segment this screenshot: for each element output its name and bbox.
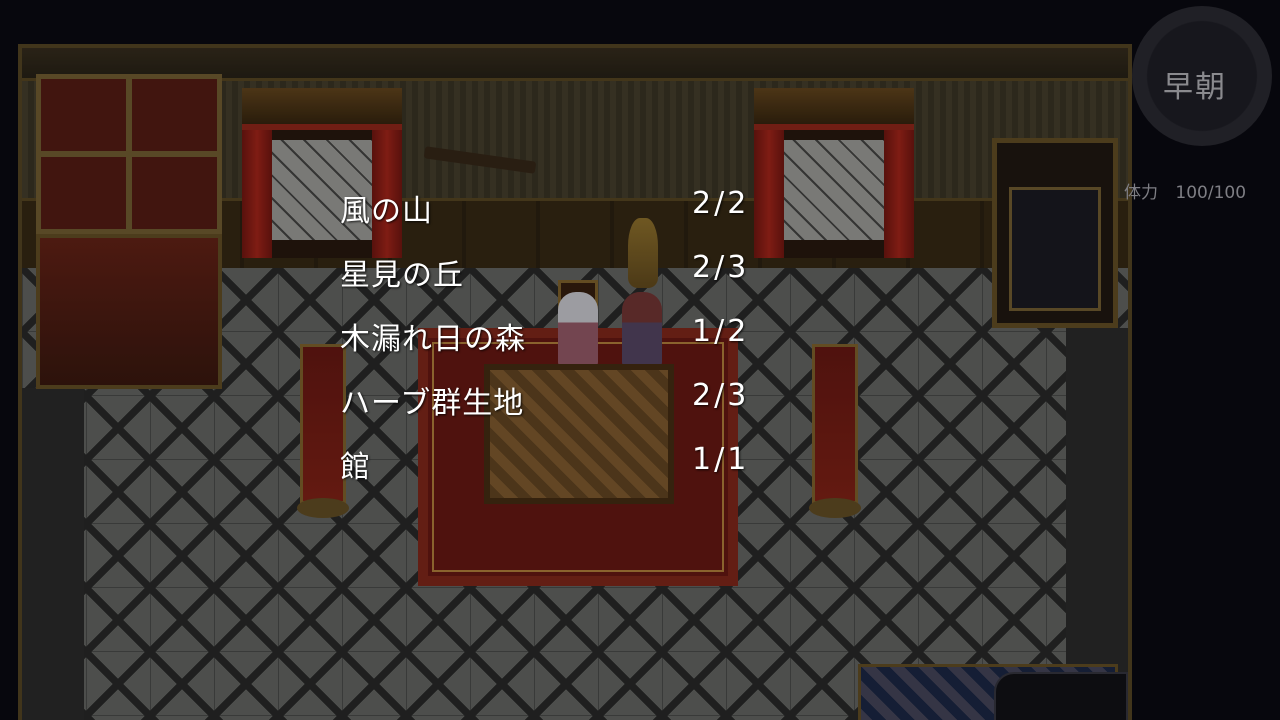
area-row[interactable]: 星見の丘 2/3 xyxy=(340,250,770,314)
time-of-day-clock: 早朝 xyxy=(1132,0,1280,164)
stamina-label: 体力 xyxy=(1124,183,1158,203)
area-name: 星見の丘 xyxy=(340,258,464,293)
area-row[interactable]: ハーブ群生地 2/3 xyxy=(340,378,770,442)
time-of-day-label: 早朝 xyxy=(1163,70,1227,105)
area-name: 館 xyxy=(340,450,371,485)
area-progress: 2/3 xyxy=(692,378,750,413)
stamina-display: 体力 100/100 xyxy=(1124,178,1274,203)
area-name: 木漏れ日の森 xyxy=(340,322,526,357)
area-row[interactable]: 館 1/1 xyxy=(340,442,770,506)
area-progress: 1/2 xyxy=(692,314,750,349)
area-name: ハーブ群生地 xyxy=(340,386,525,421)
area-progress: 1/1 xyxy=(692,442,750,477)
area-row[interactable]: 風の山 2/2 xyxy=(340,186,770,250)
area-progress: 2/2 xyxy=(692,186,750,221)
stamina-value: 100/100 xyxy=(1175,183,1247,203)
game-scene: 早朝 体力 100/100 風の山 2/2 星見の丘 2/3 木漏れ日の森 1/… xyxy=(0,0,1280,720)
area-name: 風の山 xyxy=(340,194,433,229)
area-progress-list: 風の山 2/2 星見の丘 2/3 木漏れ日の森 1/2 ハーブ群生地 2/3 館… xyxy=(340,186,770,506)
area-row[interactable]: 木漏れ日の森 1/2 xyxy=(340,314,770,378)
area-progress: 2/3 xyxy=(692,250,750,285)
